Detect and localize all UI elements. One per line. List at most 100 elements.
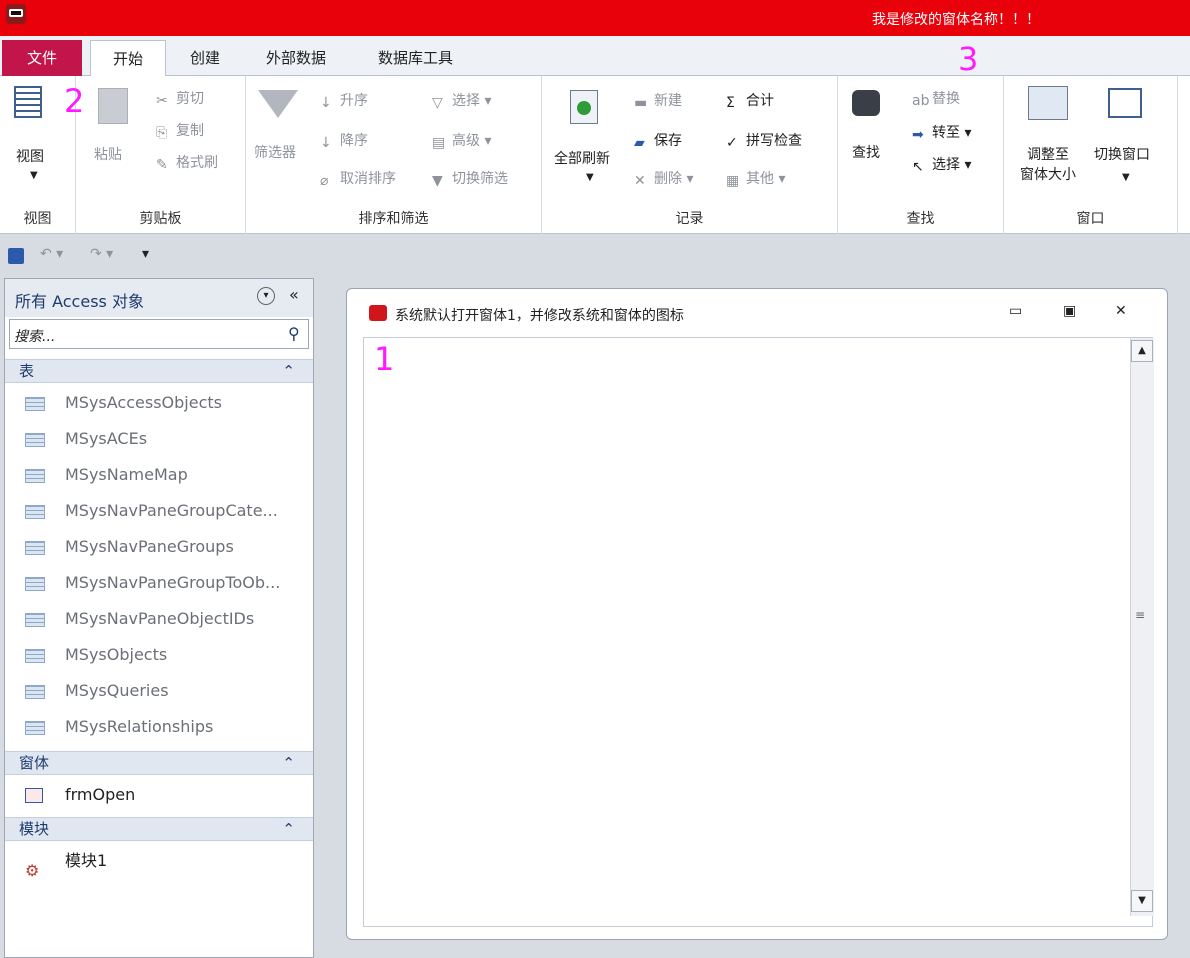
group-label-find: 查找 <box>906 211 935 227</box>
select-button[interactable]: ↖ 选择 ▾ <box>912 154 971 175</box>
sort-descending-icon: ↓ <box>320 135 332 151</box>
size-to-fit-icon <box>1028 86 1068 120</box>
switch-windows-button[interactable]: 切换窗口 <box>1094 144 1150 164</box>
vertical-scrollbar[interactable]: ▲ ≡ ▼ <box>1130 338 1154 916</box>
group-clipboard: 粘贴 ✂ 剪切 ⎘ 复制 ✎ 格式刷 剪贴板 <box>76 76 246 234</box>
section-modules[interactable]: 模块 ⌃ <box>5 817 313 841</box>
replace-button[interactable]: ab 替换 <box>912 88 960 109</box>
window-title: 我是修改的窗体名称！！！ <box>872 12 1040 28</box>
tab-file[interactable]: 文件 <box>2 40 82 76</box>
form-window-icon[interactable] <box>369 305 387 321</box>
redo-icon[interactable]: ↷ ▾ <box>90 246 113 262</box>
cursor-icon: ↖ <box>912 159 924 175</box>
find-button[interactable]: 查找 <box>852 142 880 162</box>
group-label-view: 视图 <box>23 211 52 227</box>
collapse-pane-icon[interactable]: « <box>289 285 299 304</box>
paste-button[interactable]: 粘贴 <box>94 144 122 164</box>
form-item[interactable]: frmOpen <box>5 777 313 813</box>
clear-sort-icon: ⌀ <box>320 173 329 189</box>
table-item[interactable]: MSysNavPaneGroupToOb... <box>5 565 313 601</box>
group-records: 全部刷新 ▼ ▬ 新建 ▰ 保存 ✕ 删除 ▾ Σ 合计 ✓ 拼写检查 ▦ 其他 ▾ 记录 <box>542 76 838 234</box>
tab-database-tools[interactable]: 数据库工具 <box>360 40 471 76</box>
delete-icon: ✕ <box>634 173 646 189</box>
descending-button[interactable]: ↓ 降序 <box>320 130 368 151</box>
copy-button[interactable]: ⎘ 复制 <box>156 120 204 141</box>
group-window: 调整至 窗体大小 切换窗口 ▼ 窗口 <box>1004 76 1178 234</box>
save-record-button[interactable]: ▰ 保存 <box>634 130 682 151</box>
form-window-title: 系统默认打开窗体1，并修改系统和窗体的图标 <box>395 308 684 324</box>
scroll-up-icon[interactable]: ▲ <box>1131 340 1153 362</box>
size-to-fit-button[interactable]: 调整至 窗体大小 <box>1020 144 1076 184</box>
restore-icon[interactable]: ▣ <box>1063 303 1076 319</box>
format-painter-button[interactable]: ✎ 格式刷 <box>156 152 218 173</box>
minimize-icon[interactable]: ▭ <box>1009 303 1022 319</box>
view-button[interactable]: 视图 <box>16 146 44 166</box>
arrow-right-icon: ➡ <box>912 127 924 143</box>
ribbon: 视图 ▼ 视图 2 粘贴 ✂ 剪切 ⎘ 复制 ✎ 格式刷 剪贴板 筛选器 ↓ 升序 ↓ 降… <box>0 76 1190 234</box>
quick-access-toolbar: ↶ ▾ ↷ ▾ ▾ <box>0 234 1190 274</box>
undo-icon[interactable]: ↶ ▾ <box>40 246 63 262</box>
table-item[interactable]: MSysNameMap <box>5 457 313 493</box>
scissors-icon: ✂ <box>156 93 168 109</box>
table-icon <box>25 505 45 519</box>
scroll-grip-icon[interactable]: ≡ <box>1135 608 1145 622</box>
save-icon[interactable] <box>8 248 24 264</box>
advanced-filter-icon: ▤ <box>432 135 446 151</box>
customize-toolbar-icon[interactable]: ▾ <box>142 246 149 262</box>
ascending-button[interactable]: ↓ 升序 <box>320 90 368 111</box>
table-item[interactable]: MSysRelationships <box>5 709 313 745</box>
module-item[interactable]: ⚙ 模块1 <box>5 843 313 880</box>
table-item[interactable]: MSysNavPaneObjectIDs <box>5 601 313 637</box>
goto-button[interactable]: ➡ 转至 ▾ <box>912 122 971 143</box>
remove-sort-button[interactable]: ⌀ 取消排序 <box>320 168 396 189</box>
table-item[interactable]: MSysObjects <box>5 637 313 673</box>
table-item[interactable]: MSysACEs <box>5 421 313 457</box>
save-icon: ▰ <box>634 135 645 151</box>
app-icon[interactable] <box>6 4 26 24</box>
nav-header[interactable]: 所有 Access 对象 ▾ « <box>5 279 313 317</box>
search-input[interactable]: 搜索... ⚲ <box>9 319 309 349</box>
tab-home[interactable]: 开始 <box>90 40 166 77</box>
refresh-all-button[interactable]: 全部刷新 <box>554 148 610 168</box>
selection-filter-button[interactable]: ▽ 选择 ▾ <box>432 90 491 111</box>
binoculars-icon <box>852 90 880 116</box>
form-body[interactable]: 1 ▲ ≡ ▼ <box>363 337 1154 927</box>
nav-menu-icon[interactable]: ▾ <box>257 287 275 305</box>
brush-icon: ✎ <box>156 157 168 173</box>
spelling-icon: ✓ <box>726 135 738 151</box>
new-record-button[interactable]: ▬ 新建 <box>634 90 682 111</box>
chevron-down-icon[interactable]: ▼ <box>586 172 594 183</box>
scroll-down-icon[interactable]: ▼ <box>1131 890 1153 912</box>
table-icon <box>25 613 45 627</box>
ribbon-tabs: 文件 开始 创建 外部数据 数据库工具 3 <box>0 36 1190 78</box>
table-item[interactable]: MSysNavPaneGroups <box>5 529 313 565</box>
table-item[interactable]: MSysQueries <box>5 673 313 709</box>
section-tables[interactable]: 表 ⌃ <box>5 359 313 383</box>
tab-create[interactable]: 创建 <box>172 40 238 76</box>
toggle-filter-button[interactable]: ▼ 切换筛选 <box>432 168 508 189</box>
refresh-icon <box>570 90 598 124</box>
table-item[interactable]: MSysNavPaneGroupCate... <box>5 493 313 529</box>
group-find: 查找 ab 替换 ➡ 转至 ▾ ↖ 选择 ▾ 查找 <box>838 76 1004 234</box>
totals-button[interactable]: Σ 合计 <box>726 90 774 111</box>
annotation-3: 3 <box>958 40 979 78</box>
replace-icon: ab <box>912 93 930 109</box>
chevron-down-icon[interactable]: ▼ <box>30 170 38 181</box>
title-bar: 我是修改的窗体名称！！！ <box>0 0 1190 36</box>
table-item[interactable]: MSysAccessObjects <box>5 385 313 421</box>
form-window: 系统默认打开窗体1，并修改系统和窗体的图标 ▭ ▣ ✕ 1 ▲ ≡ ▼ <box>346 288 1168 940</box>
group-label-sort-filter: 排序和筛选 <box>358 211 429 227</box>
more-records-button[interactable]: ▦ 其他 ▾ <box>726 168 785 189</box>
tab-external-data[interactable]: 外部数据 <box>248 40 344 76</box>
advanced-filter-button[interactable]: ▤ 高级 ▾ <box>432 130 491 151</box>
copy-icon: ⎘ <box>156 125 168 141</box>
close-icon[interactable]: ✕ <box>1115 303 1127 319</box>
spelling-button[interactable]: ✓ 拼写检查 <box>726 130 802 151</box>
chevron-down-icon[interactable]: ▼ <box>1122 172 1130 183</box>
section-forms[interactable]: 窗体 ⌃ <box>5 751 313 775</box>
delete-record-button[interactable]: ✕ 删除 ▾ <box>634 168 693 189</box>
filter-button[interactable]: 筛选器 <box>254 142 296 162</box>
cut-button[interactable]: ✂ 剪切 <box>156 88 204 109</box>
view-icon <box>14 86 42 118</box>
search-icon[interactable]: ⚲ <box>288 324 300 343</box>
